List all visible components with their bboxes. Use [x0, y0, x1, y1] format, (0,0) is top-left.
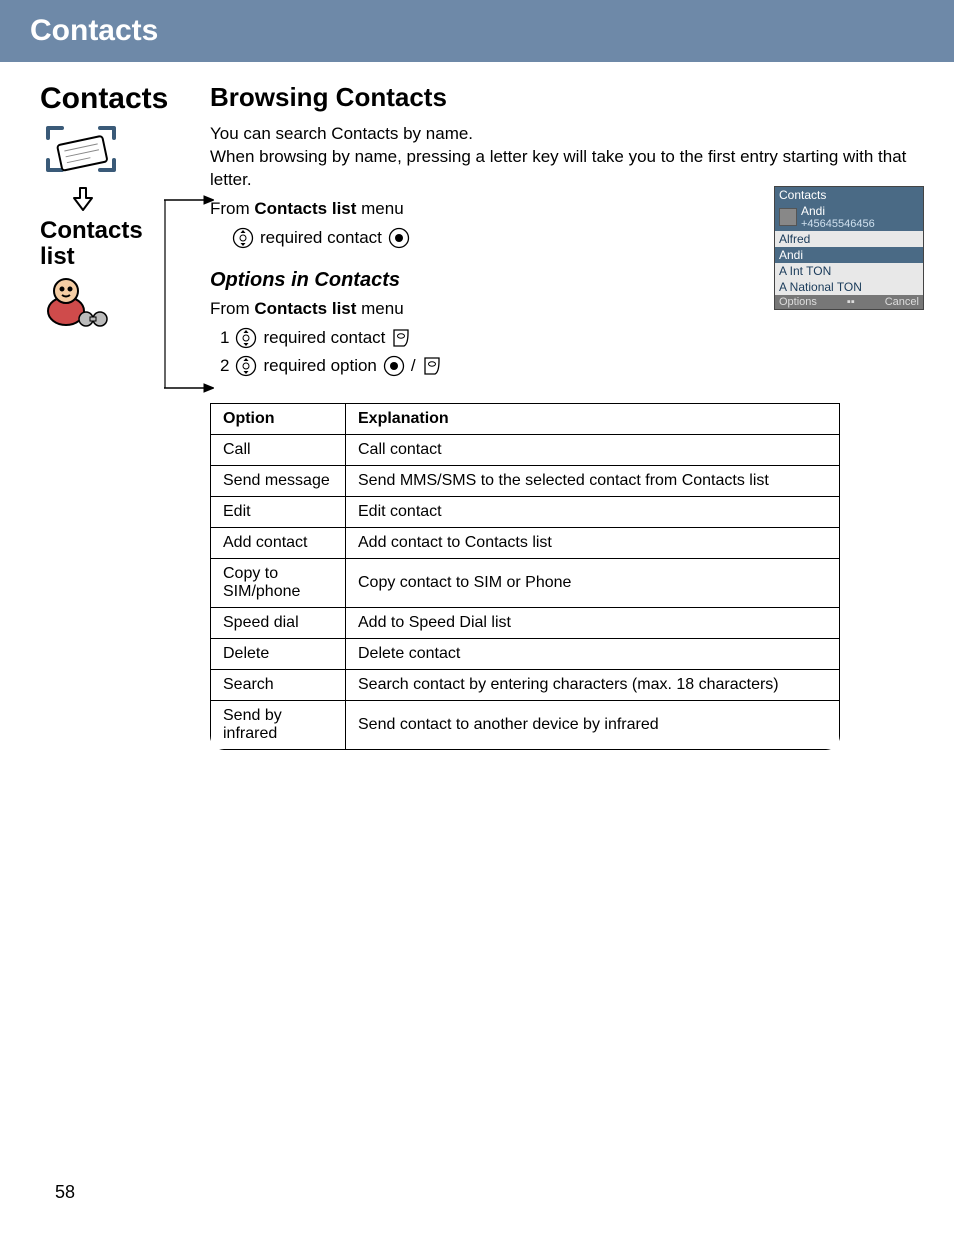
section-heading: Browsing Contacts: [210, 82, 924, 113]
from2-bold: Contacts list: [254, 299, 356, 318]
phone-row-0-sub: +45645546456: [801, 218, 875, 230]
table-row: EditEdit contact: [211, 496, 840, 527]
table-row: Send by infraredSend contact to another …: [211, 700, 840, 749]
page-number: 58: [55, 1182, 75, 1203]
nav-up-down-icon: [235, 355, 257, 377]
opt-cell: Call: [211, 434, 346, 465]
left-softkey-icon: [391, 327, 411, 349]
exp-cell: Search contact by entering characters (m…: [346, 669, 840, 700]
phone-row-4: A National TON: [775, 279, 923, 295]
nav-up-down-icon: [235, 327, 257, 349]
head-option: Option: [211, 403, 346, 434]
slash: /: [411, 356, 416, 376]
step2-text: required option: [263, 356, 376, 376]
from-suffix: menu: [356, 199, 403, 218]
phone-row-0-name: Andi: [801, 204, 875, 218]
table-row: CallCall contact: [211, 434, 840, 465]
exp-cell: Send contact to another device by infrar…: [346, 700, 840, 749]
table-head-row: Option Explanation: [211, 403, 840, 434]
opt-cell: Copy to SIM/phone: [211, 558, 346, 607]
chapter-header: Contacts: [0, 0, 954, 62]
opt-cell: Search: [211, 669, 346, 700]
options-step-1: 1 required contact: [220, 327, 924, 349]
main-content: Browsing Contacts You can search Contact…: [210, 82, 924, 755]
connector-vert: [164, 200, 174, 390]
table-row: Send messageSend MMS/SMS to the selected…: [211, 465, 840, 496]
phone-row-1: Alfred: [775, 231, 923, 247]
head-explanation: Explanation: [346, 403, 840, 434]
opt-cell: Delete: [211, 638, 346, 669]
step1-text: required contact: [263, 328, 385, 348]
sidebar: Contacts Contacts list: [40, 82, 210, 339]
phone-row-2: Andi: [775, 247, 923, 263]
phone-screenshot: Contacts Andi +45645546456 Alfred Andi A…: [774, 186, 924, 310]
table-row: Speed dialAdd to Speed Dial list: [211, 607, 840, 638]
from2-suffix: menu: [356, 299, 403, 318]
step2-num: 2: [220, 356, 229, 376]
opt-cell: Add contact: [211, 527, 346, 558]
nav-up-down-icon: [232, 227, 254, 249]
left-softkey-icon: [422, 355, 442, 377]
phone-row-0: Andi +45645546456: [775, 203, 923, 231]
phone-thumb-icon: [779, 208, 797, 226]
exp-cell: Add to Speed Dial list: [346, 607, 840, 638]
exp-cell: Edit contact: [346, 496, 840, 527]
center-select-icon: [388, 227, 410, 249]
table-row: DeleteDelete contact: [211, 638, 840, 669]
from2-prefix: From: [210, 299, 254, 318]
exp-cell: Call contact: [346, 434, 840, 465]
center-select-icon: [383, 355, 405, 377]
opt-cell: Speed dial: [211, 607, 346, 638]
opt-cell: Send message: [211, 465, 346, 496]
phone-softkey-left: Options: [779, 296, 817, 308]
exp-cell: Add contact to Contacts list: [346, 527, 840, 558]
exp-cell: Send MMS/SMS to the selected contact fro…: [346, 465, 840, 496]
browse-step-text: required contact: [260, 228, 382, 248]
from-bold: Contacts list: [254, 199, 356, 218]
phone-row-3: A Int TON: [775, 263, 923, 279]
intro-line-2: When browsing by name, pressing a letter…: [210, 146, 924, 192]
contacts-card-icon: [40, 120, 120, 180]
table-row: SearchSearch contact by entering charact…: [211, 669, 840, 700]
sidebar-subtitle-line1: Contacts: [40, 218, 210, 244]
sidebar-title: Contacts: [40, 82, 210, 116]
sidebar-subtitle-line2: list: [40, 244, 210, 270]
from-prefix: From: [210, 199, 254, 218]
table-row: Add contactAdd contact to Contacts list: [211, 527, 840, 558]
chapter-title: Contacts: [30, 14, 158, 47]
options-step-2: 2 required option /: [220, 355, 924, 377]
opt-cell: Send by infrared: [211, 700, 346, 749]
contacts-list-person-icon: [40, 275, 110, 335]
phone-bottom-bar: Options ▪▪ Cancel: [775, 295, 923, 309]
phone-title: Contacts: [775, 187, 923, 203]
options-table: Option Explanation CallCall contact Send…: [210, 403, 840, 750]
exp-cell: Copy contact to SIM or Phone: [346, 558, 840, 607]
phone-softkey-right: Cancel: [885, 296, 919, 308]
intro-line-1: You can search Contacts by name.: [210, 123, 924, 146]
table-row: Copy to SIM/phoneCopy contact to SIM or …: [211, 558, 840, 607]
opt-cell: Edit: [211, 496, 346, 527]
exp-cell: Delete contact: [346, 638, 840, 669]
down-arrow-icon: [68, 184, 98, 214]
step1-num: 1: [220, 328, 229, 348]
phone-softkey-mid: ▪▪: [847, 296, 855, 308]
